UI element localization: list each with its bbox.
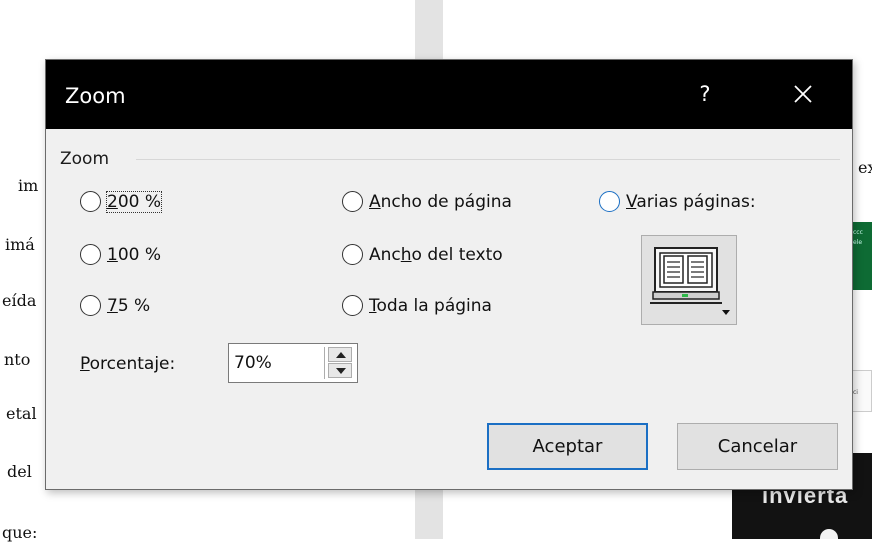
group-divider bbox=[136, 159, 840, 160]
radio-circle[interactable] bbox=[80, 295, 101, 316]
ad-text: ccc bbox=[853, 229, 863, 236]
ad-text: ci bbox=[853, 389, 858, 396]
radio-zoom-100[interactable]: 100 % bbox=[80, 244, 161, 265]
radio-zoom-200[interactable]: 200 % bbox=[80, 190, 163, 213]
monitor-pages-icon bbox=[650, 247, 730, 315]
zoom-dialog: Zoom ? Zoom 200 % 100 % 75 % Ancho de pá… bbox=[45, 59, 853, 490]
document-text: im bbox=[18, 176, 39, 195]
document-text: imá bbox=[5, 235, 35, 254]
document-text: etal bbox=[6, 404, 37, 423]
radio-zoom-75[interactable]: 75 % bbox=[80, 295, 150, 316]
radio-circle[interactable] bbox=[342, 295, 363, 316]
ad-banner-green[interactable]: ccc ele bbox=[853, 222, 872, 290]
cancel-button[interactable]: Cancelar bbox=[677, 423, 838, 470]
spin-up-button[interactable] bbox=[328, 347, 352, 362]
document-text-right: ex bbox=[858, 158, 872, 177]
zoom-group-label: Zoom bbox=[60, 149, 110, 169]
radio-circle[interactable] bbox=[342, 244, 363, 265]
document-text: del bbox=[7, 462, 32, 481]
ad-logo-shape bbox=[820, 529, 838, 539]
radio-many-pages[interactable]: Varias páginas: bbox=[599, 191, 756, 212]
dialog-titlebar[interactable]: Zoom ? bbox=[46, 60, 852, 129]
radio-label: Varias páginas: bbox=[626, 191, 756, 212]
radio-label: 75 % bbox=[107, 295, 151, 316]
percent-input[interactable]: 70% bbox=[234, 353, 272, 373]
dialog-title: Zoom bbox=[65, 84, 126, 108]
percent-label: Porcentaje: bbox=[80, 354, 176, 374]
radio-page-width[interactable]: Ancho de página bbox=[342, 191, 512, 212]
percent-spinbox[interactable]: 70% bbox=[228, 343, 358, 383]
radio-label: 100 % bbox=[107, 244, 162, 265]
document-text: eída bbox=[2, 291, 37, 310]
document-text: nto bbox=[4, 350, 31, 369]
radio-circle[interactable] bbox=[599, 191, 620, 212]
radio-circle[interactable] bbox=[342, 191, 363, 212]
radio-whole-page[interactable]: Toda la página bbox=[342, 295, 492, 316]
spin-down-button[interactable] bbox=[328, 363, 352, 378]
radio-label: Ancho de página bbox=[369, 191, 512, 212]
ad-text: ele bbox=[853, 239, 863, 246]
spinner bbox=[324, 347, 354, 379]
radio-circle[interactable] bbox=[80, 191, 101, 212]
close-button[interactable] bbox=[786, 79, 820, 109]
ok-button[interactable]: Aceptar bbox=[487, 423, 648, 470]
radio-label: 200 % bbox=[105, 190, 163, 213]
radio-text-width[interactable]: Ancho del texto bbox=[342, 244, 503, 265]
close-icon bbox=[794, 85, 812, 103]
help-button[interactable]: ? bbox=[690, 79, 720, 109]
ad-banner-box[interactable]: ci bbox=[852, 370, 872, 412]
document-text: que: bbox=[2, 523, 38, 542]
many-pages-picker-button[interactable] bbox=[641, 235, 737, 325]
radio-label: Toda la página bbox=[369, 295, 492, 316]
radio-label: Ancho del texto bbox=[369, 244, 503, 265]
radio-circle[interactable] bbox=[80, 244, 101, 265]
